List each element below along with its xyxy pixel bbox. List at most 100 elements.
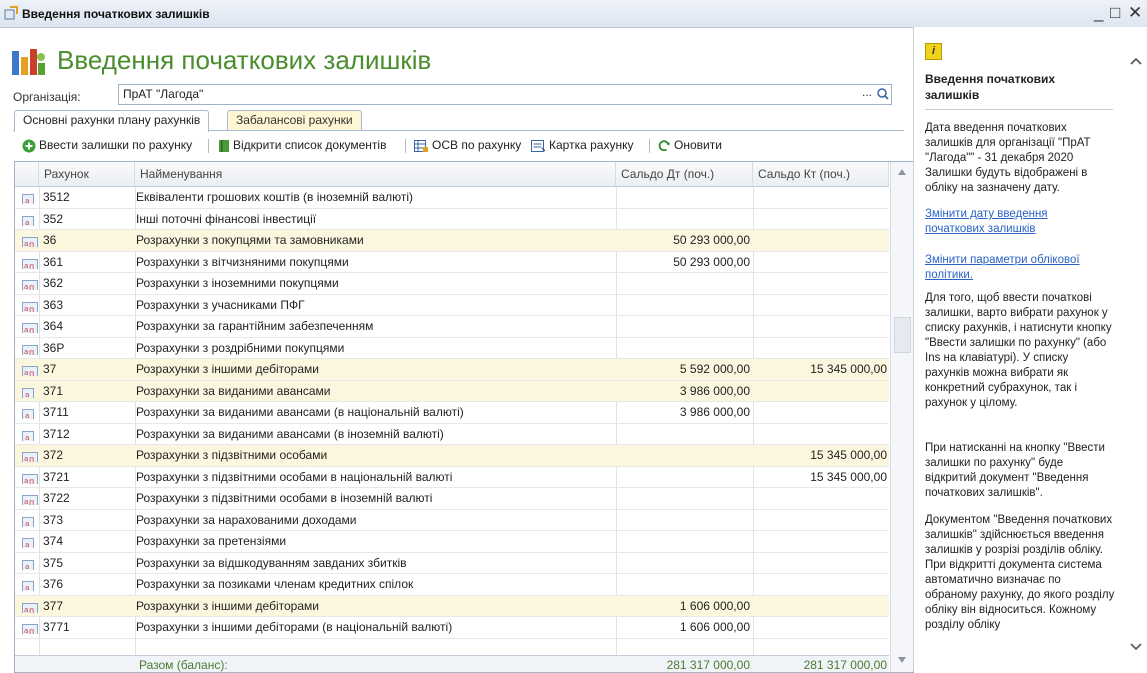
cell-credit	[753, 381, 887, 402]
change-date-link[interactable]: Змінити дату введення початкових залишкі…	[925, 207, 1105, 237]
cell-account: 377	[43, 598, 64, 613]
scroll-down-icon[interactable]	[897, 656, 907, 664]
account-type-icon: а	[22, 192, 34, 204]
cell-debit	[616, 553, 750, 574]
table-row[interactable]: а п 3721 Розрахунки з підзвітними особами в…	[15, 467, 889, 488]
table-row[interactable]: а п 362 Розрахунки з іноземними покупцями	[15, 273, 889, 295]
table-row[interactable]: а 375 Розрахунки за відшкодуванням завдани…	[15, 553, 889, 574]
minimize-button[interactable]: _	[1094, 3, 1103, 23]
book-icon	[219, 139, 229, 152]
info-panel: i Введення початкових залишків Дата введ…	[913, 27, 1147, 671]
table-row[interactable]: а 373 Розрахунки за нарахованими доходами	[15, 510, 889, 531]
account-type-icon: а	[22, 407, 34, 419]
cell-account: 352	[43, 211, 64, 226]
account-type-icon: а	[22, 536, 34, 548]
table-header: Рахунок Найменування Сальдо Дт (поч.) Са…	[15, 162, 889, 187]
open-documents-button[interactable]: Відкрити список документів	[218, 136, 386, 154]
table-row[interactable]: а 3711 Розрахунки за виданими авансами (в …	[15, 402, 889, 424]
svg-text:а: а	[24, 477, 28, 484]
cell-account: 36Р	[43, 340, 65, 355]
cell-account: 3712	[43, 426, 70, 441]
cell-debit: 1 606 000,00	[679, 598, 750, 613]
column-header-debit[interactable]: Сальдо Дт (поч.)	[616, 162, 753, 186]
chevron-down-icon[interactable]	[1130, 643, 1142, 651]
cell-name: Розрахунки з підзвітними особами	[136, 448, 328, 462]
cell-credit	[753, 295, 887, 316]
cell-credit	[753, 596, 887, 617]
card-icon	[531, 139, 546, 152]
account-type-icon: ап	[22, 343, 38, 355]
cell-account: 372	[43, 448, 64, 462]
table-row[interactable]: а п 364 Розрахунки за гарантійним забезпече…	[15, 316, 889, 338]
account-type-icon: а	[22, 214, 34, 226]
cell-credit: 15 345 000,00	[810, 469, 887, 484]
cell-credit	[753, 187, 887, 208]
panel-divider	[925, 109, 1113, 110]
cell-credit	[753, 488, 887, 509]
report-icon	[414, 139, 428, 152]
close-button[interactable]: ✕	[1128, 3, 1142, 23]
cell-name: Розрахунки за виданими авансами	[136, 383, 331, 398]
cell-debit: 3 986 000,00	[679, 383, 750, 398]
column-header-account[interactable]: Рахунок	[39, 162, 135, 186]
table-row[interactable]: а п 377 Розрахунки з іншими дебіторами 1 606…	[15, 595, 889, 617]
table-scrollbar[interactable]	[890, 162, 913, 672]
table-row[interactable]: а п 36Р Розрахунки з роздрібними покупцями	[15, 338, 889, 359]
table-row[interactable]: а 371 Розрахунки за виданими авансами 3 986…	[15, 380, 889, 402]
tab-offbalance-accounts[interactable]: Забалансові рахунки	[227, 110, 362, 131]
cell-account: 364	[43, 319, 64, 333]
cell-debit	[616, 209, 750, 230]
account-card-button[interactable]: Картка рахунку	[531, 136, 633, 154]
total-credit: 281 317 000,00	[803, 658, 887, 672]
column-header-name[interactable]: Найменування	[135, 162, 616, 186]
cell-name: Розрахунки з вітчизняними покупцями	[136, 254, 349, 269]
cell-name: Розрахунки з підзвітними особами в інозе…	[136, 491, 433, 505]
maximize-button[interactable]: □	[1110, 3, 1120, 23]
chevron-up-icon[interactable]	[1130, 57, 1142, 65]
table-row[interactable]: а п 361 Розрахунки з вітчизняними покупцями…	[15, 252, 889, 273]
table-row[interactable]: а п 36 Розрахунки з покупцями та замовникам…	[15, 230, 889, 252]
cell-debit	[616, 273, 750, 294]
table-row[interactable]: а п 37 Розрахунки з іншими дебіторами 5 592 …	[15, 359, 889, 381]
search-icon[interactable]	[875, 85, 891, 104]
cell-name: Розрахунки за відшкодуванням завданих зб…	[136, 555, 407, 570]
refresh-button[interactable]: Оновити	[657, 136, 722, 154]
svg-text:п: п	[29, 283, 34, 290]
cell-debit	[616, 187, 750, 208]
table-row[interactable]: а 3512 Еквіваленти грошових коштів (в іноз…	[15, 187, 889, 209]
table-row[interactable]: а п 363 Розрахунки з учасниками ПФГ	[15, 295, 889, 316]
account-type-icon: а	[22, 579, 34, 591]
table-row[interactable]: а 3712 Розрахунки за виданими авансами (в …	[15, 424, 889, 445]
cell-debit: 3 986 000,00	[679, 405, 750, 419]
column-header-credit[interactable]: Сальдо Кт (поч.)	[753, 162, 889, 186]
table-row[interactable]: а 376 Розрахунки за позиками членам кредит…	[15, 574, 889, 596]
svg-text:п: п	[29, 240, 34, 247]
change-policy-link[interactable]: Змінити параметри облікової політики.	[925, 253, 1105, 283]
table-row[interactable]: а п 3771 Розрахунки з іншими дебіторами (в …	[15, 617, 889, 639]
account-type-icon: а	[22, 558, 34, 570]
table-row[interactable]: а 352 Інші поточні фінансові інвестиції	[15, 209, 889, 230]
cell-account: 36	[43, 233, 57, 247]
table-row[interactable]: а п 372 Розрахунки з підзвітними особами 15 …	[15, 445, 889, 467]
select-organization-button[interactable]: ...	[860, 85, 874, 104]
cell-account: 375	[43, 555, 64, 570]
table-row[interactable]: а п 3722 Розрахунки з підзвітними особами в…	[15, 488, 889, 510]
cell-account: 3721	[43, 469, 70, 484]
svg-text:п: п	[29, 606, 34, 613]
cell-debit	[616, 531, 750, 552]
table-row[interactable]: а 374 Розрахунки за претензіями	[15, 531, 889, 553]
cell-debit: 1 606 000,00	[679, 620, 750, 634]
organization-field[interactable]: ПрАТ "Лагода" ...	[118, 84, 892, 105]
cell-credit	[753, 617, 887, 638]
balances-icon	[12, 49, 45, 75]
scroll-up-icon[interactable]	[897, 168, 907, 176]
svg-text:п: п	[29, 262, 34, 269]
svg-text:а: а	[25, 584, 29, 591]
tab-main-accounts[interactable]: Основні рахунки плану рахунків	[14, 110, 210, 132]
scroll-thumb[interactable]	[894, 317, 911, 353]
osv-button[interactable]: ОСВ по рахунку	[414, 136, 521, 154]
cell-credit	[753, 424, 887, 445]
svg-text:а: а	[25, 412, 29, 419]
enter-balances-button[interactable]: Ввести залишки по рахунку	[22, 136, 192, 154]
cell-account: 3722	[43, 491, 70, 505]
